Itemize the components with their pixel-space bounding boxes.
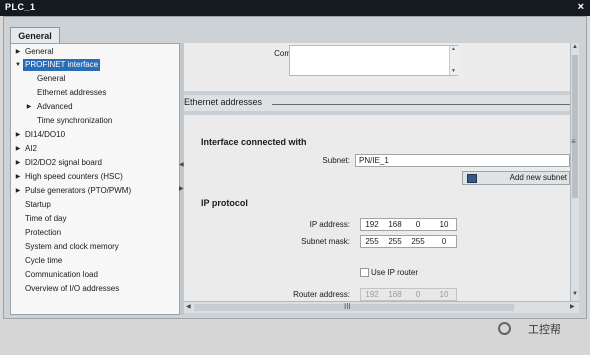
ip-octet: 10 (439, 220, 449, 229)
ip-octet: 168 (388, 220, 402, 229)
tab-general[interactable]: General (10, 27, 60, 44)
router-octet: 0 (415, 290, 421, 299)
tree-item-label: PROFINET interface (23, 59, 101, 71)
expand-arrow-icon[interactable]: ▶ (14, 143, 22, 155)
tree-item-label: General (25, 47, 54, 56)
grip-icon: ≡ (571, 137, 576, 146)
comment-textarea[interactable] (289, 45, 458, 76)
wechat-icon (498, 322, 511, 335)
ethernet-section-header: Ethernet addresses (184, 95, 570, 111)
mask-octet: 255 (411, 237, 425, 246)
tree-item-label: Pulse generators (PTO/PWM) (25, 186, 132, 195)
tree-item-label: Startup (25, 200, 51, 209)
collapse-left-icon[interactable]: ◀ (179, 161, 184, 168)
interface-heading: Interface connected with (201, 137, 307, 147)
subnet-mask-label: Subnet mask: (301, 237, 350, 246)
subnet-label: Subnet: (322, 156, 350, 165)
section-title: Ethernet addresses (184, 97, 263, 107)
mask-octet: 255 (365, 237, 379, 246)
expand-right-icon[interactable]: ▶ (179, 185, 184, 192)
scrollbar-thumb[interactable] (572, 55, 578, 198)
tree-item-label: Protection (25, 228, 62, 237)
tree-item-label: Advanced (37, 102, 73, 111)
use-ip-router-label: Use IP router (371, 268, 418, 277)
tree-item-label: DI14/DO10 (25, 130, 66, 139)
expand-arrow-icon[interactable]: ▶ (14, 129, 22, 141)
tree-item-label: Time synchronization (37, 116, 113, 125)
router-address-label: Router address: (293, 290, 350, 299)
grip-icon: III (344, 302, 351, 311)
network-icon (467, 174, 477, 183)
tree-item-label: DI2/DO2 signal board (25, 158, 102, 167)
tree-item-label: AI2 (25, 144, 38, 153)
properties-content: Comment: Ethernet addresses Interface co… (184, 43, 570, 301)
vertical-scrollbar[interactable]: ▲ ≡ ▼ (570, 43, 579, 301)
scroll-up-icon[interactable]: ▲ (451, 46, 456, 52)
scroll-left-icon[interactable]: ◀ (186, 303, 191, 310)
ethernet-panel: Interface connected with Subnet: PN/IE_1… (184, 115, 570, 301)
ip-address-label: IP address: (309, 220, 350, 229)
tree-item-label: High speed counters (HSC) (25, 172, 123, 181)
tree-item-label: Ethernet addresses (37, 88, 107, 97)
watermark-text: 工控帮 (528, 324, 561, 336)
tree-item-label: General (37, 74, 66, 83)
tree-item-label: Communication load (25, 270, 98, 279)
mask-octet: 0 (441, 237, 447, 246)
tree-item-label: Cycle time (25, 256, 63, 265)
mask-octet: 255 (388, 237, 402, 246)
tree-item-label: Overview of I/O addresses (25, 284, 120, 293)
add-new-subnet-label: Add new subnet (509, 173, 567, 182)
tree-item-label: Time of day (25, 214, 67, 223)
horizontal-scrollbar[interactable]: ◀ III ▶ (184, 301, 579, 313)
scroll-right-icon[interactable]: ▶ (570, 303, 575, 310)
scroll-up-icon[interactable]: ▲ (572, 44, 578, 50)
router-octet: 192 (365, 290, 379, 299)
ip-octet: 192 (365, 220, 379, 229)
watermark: 工控帮 (498, 320, 590, 340)
expand-arrow-icon[interactable]: ▶ (14, 171, 22, 183)
navigation-tree: ▶ General ▼ PROFINET interface General E… (10, 43, 180, 315)
window-titlebar: PLC_1 × (0, 0, 590, 16)
scroll-down-icon[interactable]: ▼ (451, 68, 456, 74)
ip-octet: 0 (415, 220, 421, 229)
scrollbar-thumb[interactable] (194, 304, 514, 311)
section-divider (272, 104, 570, 105)
tree-item-label: System and clock memory (25, 242, 119, 251)
router-octet: 10 (439, 290, 449, 299)
ip-protocol-heading: IP protocol (201, 198, 248, 208)
expand-arrow-icon[interactable]: ▶ (14, 185, 22, 197)
use-ip-router-checkbox[interactable] (360, 268, 369, 277)
expand-arrow-icon[interactable]: ▶ (14, 157, 22, 169)
window-title: PLC_1 (5, 2, 36, 12)
collapse-arrow-icon[interactable]: ▼ (14, 59, 22, 71)
expand-arrow-icon[interactable]: ▶ (14, 46, 22, 58)
scroll-down-icon[interactable]: ▼ (572, 291, 578, 297)
subnet-field[interactable]: PN/IE_1 (355, 154, 570, 167)
close-icon[interactable]: × (578, 1, 584, 13)
comment-scrollbar[interactable]: ▲ ▼ (449, 46, 458, 75)
expand-arrow-icon[interactable]: ▶ (25, 101, 33, 113)
add-new-subnet-button[interactable]: Add new subnet (462, 171, 570, 185)
router-octet: 168 (388, 290, 402, 299)
